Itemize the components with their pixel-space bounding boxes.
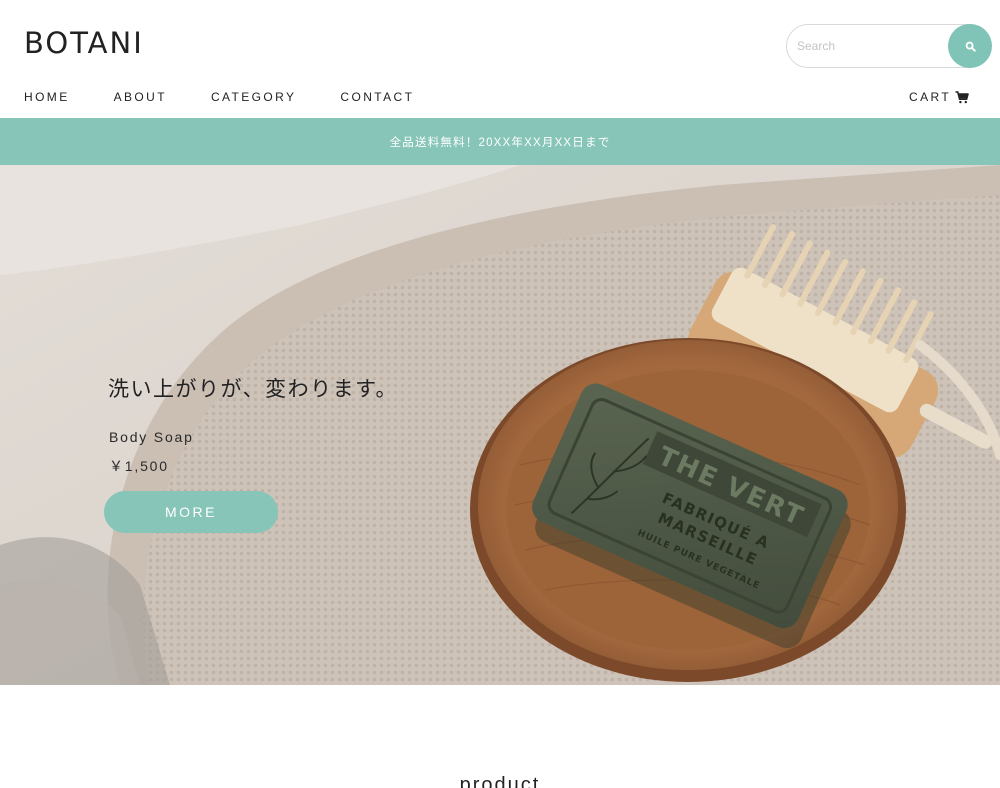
hero-product-name: Body Soap xyxy=(109,429,194,445)
search-box xyxy=(786,24,992,68)
hero-product-price: ￥1,500 xyxy=(109,458,169,474)
nav-category[interactable]: CATEGORY xyxy=(211,90,296,104)
search-button[interactable] xyxy=(948,24,992,68)
more-button[interactable]: MORE xyxy=(104,491,278,533)
search-icon xyxy=(965,41,976,52)
hero-catchcopy: 洗い上がりが、変わります。 xyxy=(108,377,398,401)
site-logo[interactable]: BOTANI xyxy=(24,26,144,60)
nav-contact[interactable]: CONTACT xyxy=(340,90,414,104)
hero-section: THE VERT FABRIQUÉ A MARSEILLE HUILE PURE… xyxy=(0,165,1000,685)
cart-link[interactable]: CART xyxy=(909,90,969,104)
banner-text: 全品送料無料！20XX年XX月XX日まで xyxy=(389,136,611,149)
hero-image: THE VERT FABRIQUÉ A MARSEILLE HUILE PURE… xyxy=(0,165,1000,685)
cart-label: CART xyxy=(909,90,952,104)
shipping-banner: 全品送料無料！20XX年XX月XX日まで xyxy=(0,118,1000,165)
search-input[interactable] xyxy=(797,34,947,58)
nav-home[interactable]: HOME xyxy=(24,90,70,104)
main-nav: HOME ABOUT CATEGORY CONTACT xyxy=(24,90,458,104)
cart-icon xyxy=(955,90,969,104)
site-header: BOTANI HOME ABOUT CATEGORY CONTACT CART xyxy=(0,0,1000,118)
section-title-product: product xyxy=(459,774,541,788)
nav-about[interactable]: ABOUT xyxy=(114,90,167,104)
